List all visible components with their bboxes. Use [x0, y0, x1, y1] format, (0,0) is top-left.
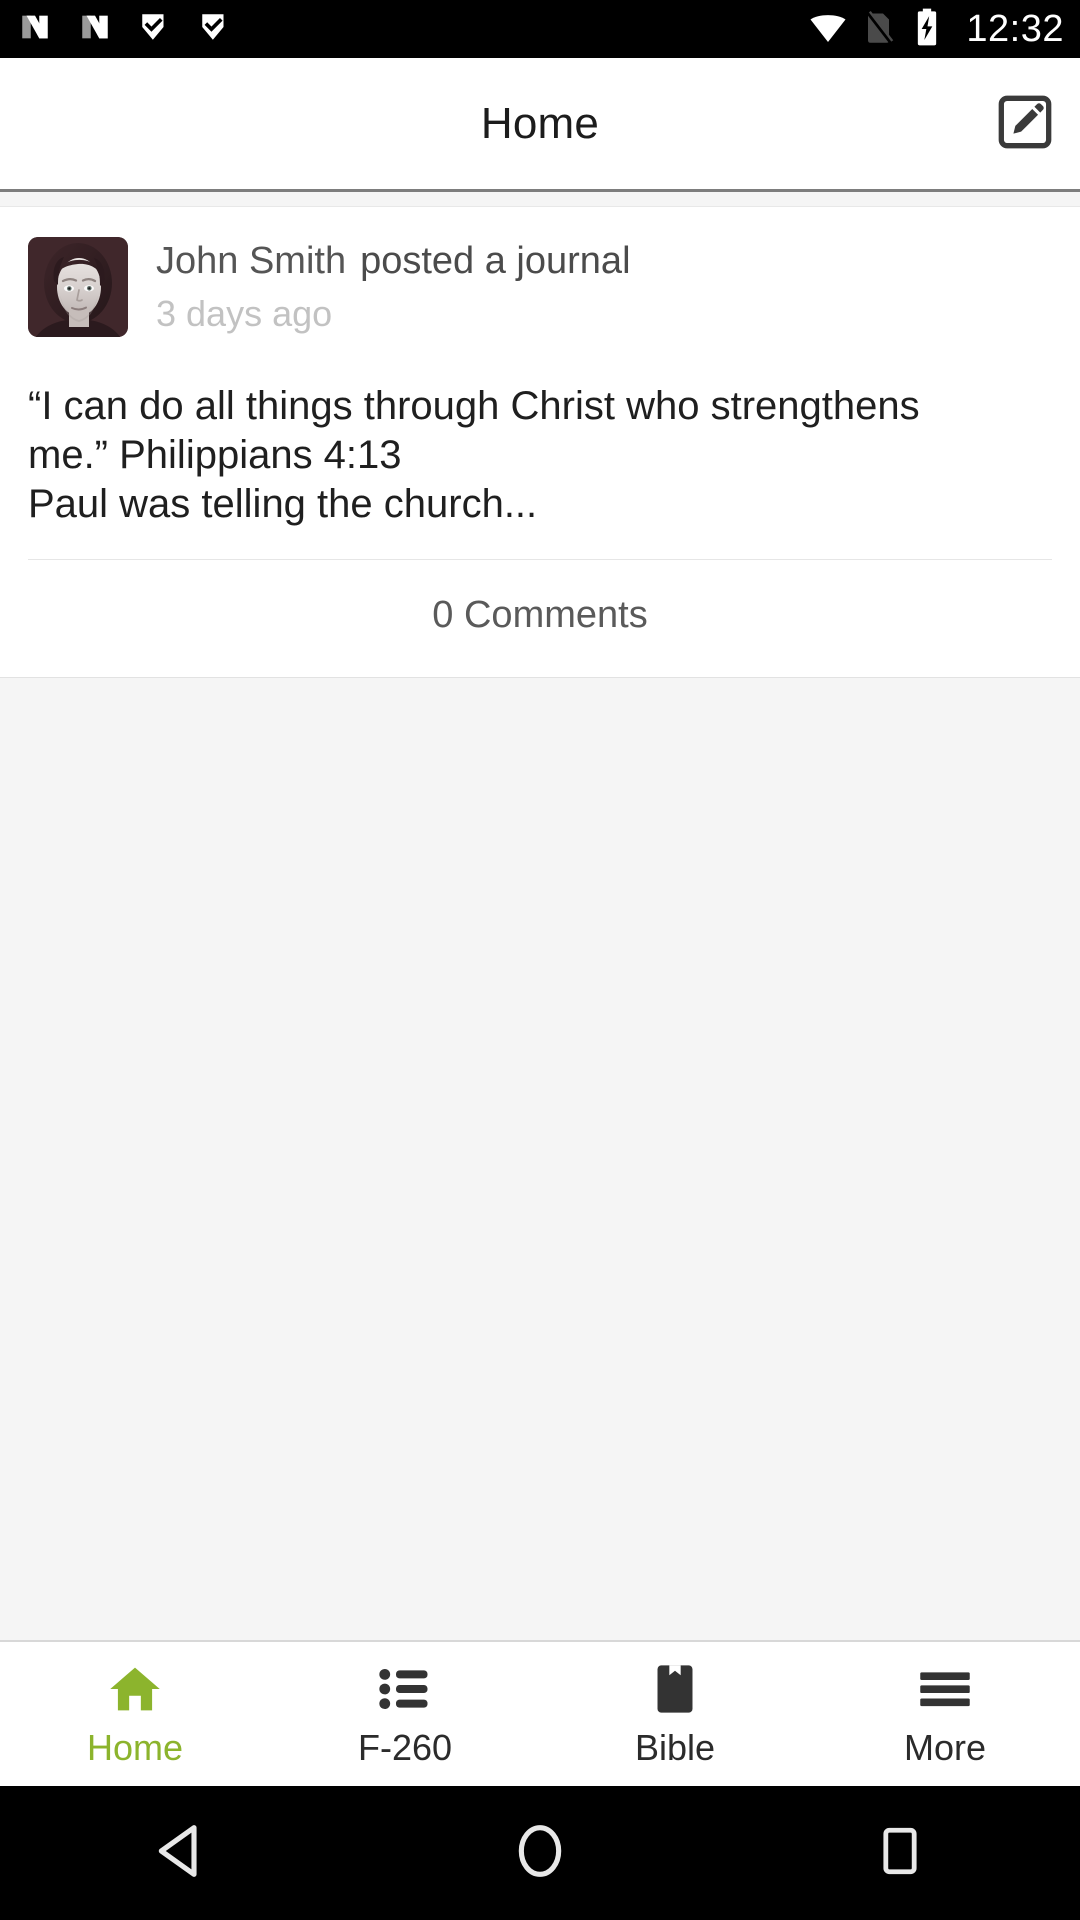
- compose-edit-button[interactable]: [994, 93, 1056, 155]
- tab-f260[interactable]: F-260: [270, 1642, 540, 1786]
- post-meta: John Smith posted a journal 3 days ago: [156, 237, 631, 338]
- user-avatar[interactable]: [28, 237, 128, 337]
- notification-check-icon-1: [138, 10, 172, 49]
- circle-home-icon: [514, 1823, 566, 1884]
- notification-n-icon-1: [18, 10, 52, 49]
- status-bar-system-icons: 12:32: [808, 7, 1064, 52]
- notification-check-icon-2: [198, 10, 232, 49]
- page-title: Home: [480, 98, 600, 148]
- android-back-button[interactable]: [105, 1786, 255, 1920]
- post-header: John Smith posted a journal 3 days ago: [28, 237, 1052, 338]
- post-body-line: Paul was telling the church...: [28, 482, 538, 527]
- list-icon: [378, 1662, 432, 1716]
- tab-more[interactable]: More: [810, 1642, 1080, 1786]
- post-body: “I can do all things through Christ who …: [28, 382, 1052, 529]
- status-bar-clock: 12:32: [966, 8, 1064, 50]
- hamburger-icon: [918, 1662, 972, 1716]
- post-author-name[interactable]: John Smith: [156, 239, 346, 284]
- post-timestamp: 3 days ago: [156, 292, 333, 334]
- android-navigation-bar: [0, 1786, 1080, 1920]
- post-comments-button[interactable]: 0 Comments: [28, 560, 1052, 677]
- feed-post-card[interactable]: John Smith posted a journal 3 days ago “…: [0, 206, 1080, 679]
- square-recents-icon: [876, 1823, 924, 1884]
- tab-f260-label: F-260: [357, 1727, 453, 1768]
- tab-bible-label: Bible: [634, 1727, 716, 1768]
- feed-list[interactable]: John Smith posted a journal 3 days ago “…: [0, 192, 1080, 1640]
- android-recents-button[interactable]: [825, 1786, 975, 1920]
- bottom-tab-bar: Home F-260 Bible More: [0, 1640, 1080, 1786]
- bookmark-icon: [655, 1662, 695, 1716]
- post-action-text: posted a journal: [360, 240, 631, 282]
- app-root: 12:32 Home John Smith posted a journal 3…: [0, 0, 1080, 1920]
- tab-home-label: Home: [86, 1727, 184, 1768]
- user-avatar-photo: [28, 237, 128, 337]
- post-body-line: me.” Philippians 4:13: [28, 433, 402, 478]
- status-bar-notifications: [18, 10, 232, 49]
- app-header: Home: [0, 58, 1080, 192]
- notification-n-icon-2: [78, 10, 112, 49]
- compose-edit-icon: [996, 93, 1054, 154]
- wifi-icon: [808, 10, 848, 49]
- android-home-button[interactable]: [465, 1786, 615, 1920]
- battery-charging-icon: [912, 7, 942, 52]
- tab-more-label: More: [903, 1727, 987, 1768]
- status-bar: 12:32: [0, 0, 1080, 58]
- tab-home[interactable]: Home: [0, 1642, 270, 1786]
- triangle-back-icon: [154, 1823, 206, 1884]
- post-body-line: “I can do all things through Christ who …: [28, 384, 920, 429]
- tab-bible[interactable]: Bible: [540, 1642, 810, 1786]
- sim-off-icon: [864, 9, 896, 50]
- home-icon: [108, 1662, 162, 1716]
